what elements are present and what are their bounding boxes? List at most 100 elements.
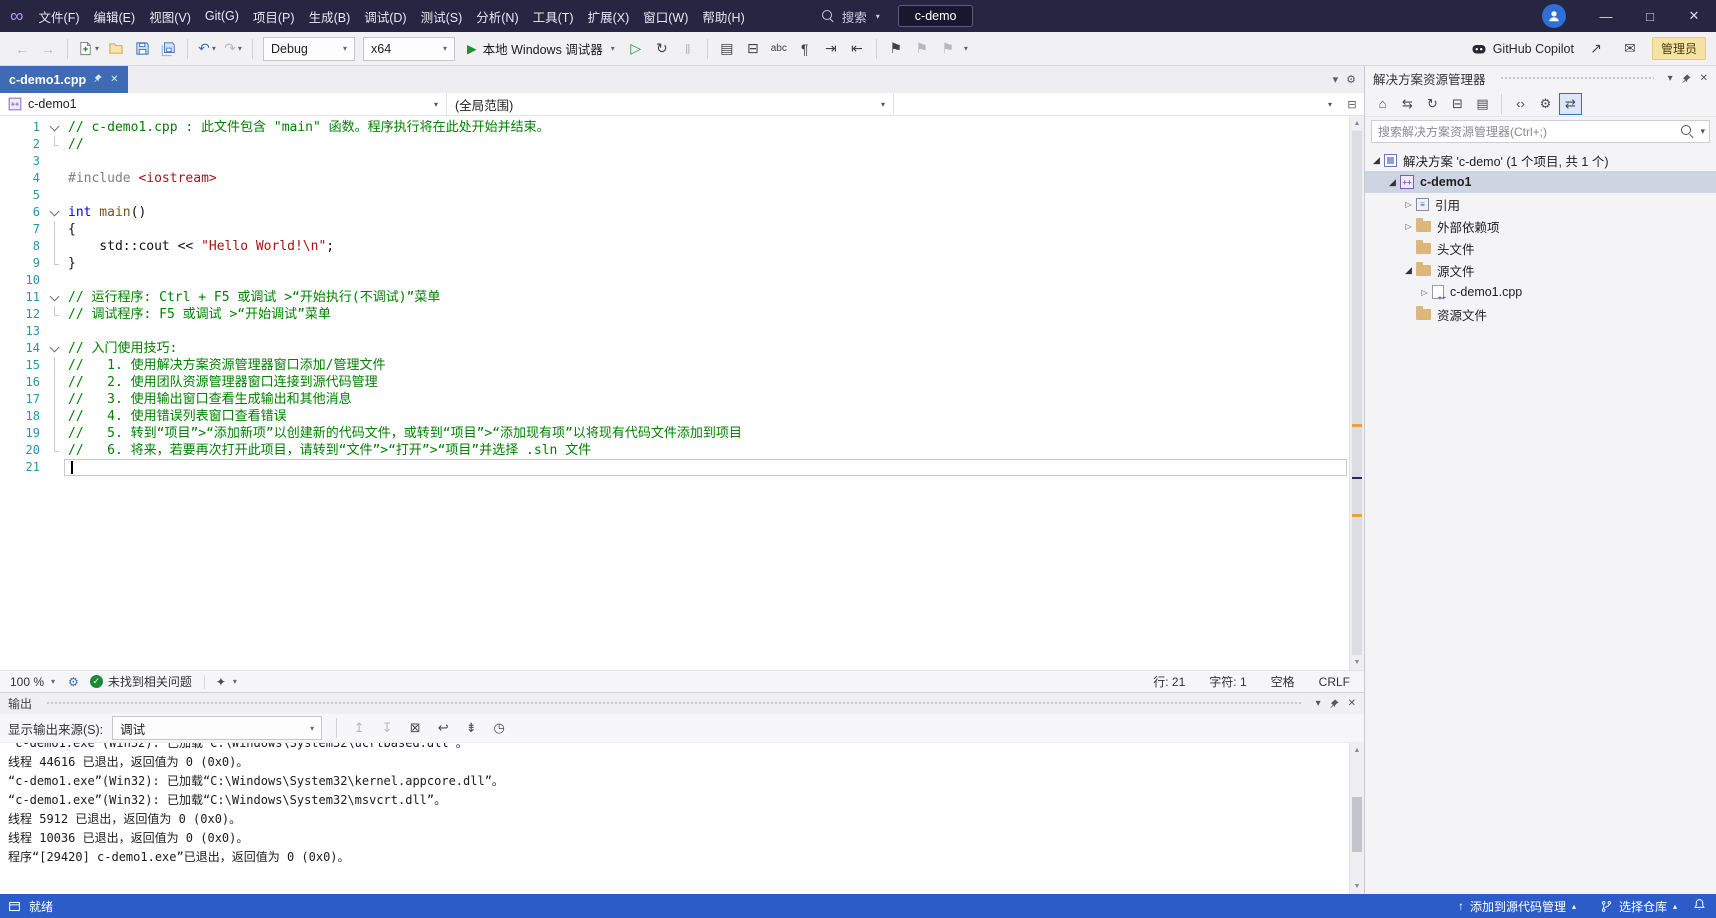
sync-with-active-document-icon[interactable]: ⇄: [1559, 93, 1582, 115]
window-settings-icon[interactable]: ⚙: [1346, 73, 1356, 86]
tree-expander-icon[interactable]: ▷: [1417, 288, 1432, 297]
pin-panel-icon[interactable]: [1681, 73, 1692, 84]
menu-item[interactable]: 测试(S): [414, 4, 470, 29]
properties-icon[interactable]: ⚙: [1534, 93, 1557, 115]
refresh-icon[interactable]: ↻: [1421, 93, 1444, 115]
tree-expander-icon[interactable]: ▷: [1401, 222, 1416, 231]
undo-button[interactable]: ↶▾: [195, 36, 219, 62]
menu-item[interactable]: 扩展(X): [581, 4, 637, 29]
editor-scrollbar-thumb[interactable]: [1352, 131, 1362, 655]
code-line[interactable]: 6int main(): [0, 204, 1349, 221]
fold-marker-icon[interactable]: [46, 289, 64, 306]
output-lines[interactable]: “c-demo1.exe”(Win32): 已加载“C:\Windows\Sys…: [0, 743, 1349, 894]
code-line[interactable]: 17// 3. 使用输出窗口查看生成输出和其他消息: [0, 391, 1349, 408]
previous-message-icon[interactable]: ↥: [348, 717, 370, 739]
menu-item[interactable]: 分析(N): [469, 4, 525, 29]
solution-name-chip[interactable]: c-demo: [898, 5, 974, 27]
code-line[interactable]: 14// 入门使用技巧:: [0, 340, 1349, 357]
code-line[interactable]: 13: [0, 323, 1349, 340]
code-line[interactable]: 5: [0, 187, 1349, 204]
solution-explorer-header[interactable]: 解决方案资源管理器 ▾ ✕: [1365, 66, 1716, 91]
close-tab-icon[interactable]: ✕: [110, 74, 118, 85]
scroll-up-icon[interactable]: ▲: [1350, 743, 1364, 758]
toggle-autoscroll-icon[interactable]: ⇟: [460, 717, 482, 739]
close-button[interactable]: ✕: [1672, 0, 1716, 32]
clear-all-output-icon[interactable]: ⊠: [404, 717, 426, 739]
maximize-button[interactable]: □: [1628, 0, 1672, 32]
pin-panel-icon[interactable]: [1329, 698, 1340, 709]
toggle-word-wrap-icon[interactable]: ↩: [432, 717, 454, 739]
notifications-bell-icon[interactable]: [1693, 898, 1706, 914]
project-dropdown[interactable]: ++ c-demo1 ▾: [0, 93, 447, 115]
tree-expander-icon[interactable]: ◢: [1401, 265, 1416, 276]
scope-dropdown[interactable]: (全局范围) ▾: [447, 93, 894, 115]
eol-indicator[interactable]: CRLF: [1307, 675, 1362, 689]
toolbar-options-chevron-icon[interactable]: ▾: [964, 44, 968, 53]
scroll-down-icon[interactable]: ▼: [1350, 879, 1364, 894]
next-message-icon[interactable]: ↧: [376, 717, 398, 739]
code-line[interactable]: 1// c-demo1.cpp : 此文件包含 "main" 函数。程序执行将在…: [0, 119, 1349, 136]
code-line[interactable]: 7{: [0, 221, 1349, 238]
code-lines[interactable]: 1// c-demo1.cpp : 此文件包含 "main" 函数。程序执行将在…: [0, 116, 1349, 670]
menu-item[interactable]: 视图(V): [142, 4, 198, 29]
code-line[interactable]: 2//: [0, 136, 1349, 153]
scroll-up-icon[interactable]: ▲: [1350, 116, 1364, 131]
save-button[interactable]: [130, 36, 154, 62]
tree-item[interactable]: ◢++c-demo1: [1365, 171, 1716, 193]
tree-expander-icon[interactable]: ◢: [1369, 155, 1384, 166]
search-box[interactable]: 搜索 ▾: [812, 4, 890, 29]
code-line[interactable]: 8 std::cout << "Hello World!\n";: [0, 238, 1349, 255]
code-line[interactable]: 11// 运行程序: Ctrl + F5 或调试 >“开始执行(不调试)”菜单: [0, 289, 1349, 306]
indentation-indicator[interactable]: 空格: [1259, 673, 1307, 690]
editor-options-icon[interactable]: ⚙: [63, 675, 84, 689]
fold-marker-icon[interactable]: [46, 119, 64, 136]
share-icon[interactable]: ↗: [1584, 36, 1608, 62]
menu-item[interactable]: Git(G): [198, 6, 246, 26]
zoom-dropdown[interactable]: 100 % ▾: [2, 675, 63, 689]
navigate-forward-icon[interactable]: →: [36, 36, 60, 62]
start-debugging-button[interactable]: ▶ 本地 Windows 调试器 ▾: [460, 36, 622, 62]
tree-item[interactable]: 资源文件: [1365, 303, 1716, 325]
tree-item[interactable]: ◢解决方案 'c-demo' (1 个项目, 共 1 个): [1365, 149, 1716, 171]
scroll-down-icon[interactable]: ▼: [1350, 655, 1364, 670]
output-scrollbar-thumb[interactable]: [1352, 797, 1362, 853]
line-indicator[interactable]: 行: 21: [1141, 673, 1197, 690]
code-line[interactable]: 21: [0, 459, 1349, 476]
panel-options-chevron-icon[interactable]: ▾: [1316, 698, 1321, 709]
menu-item[interactable]: 帮助(H): [695, 4, 751, 29]
column-indicator[interactable]: 字符: 1: [1197, 673, 1258, 690]
select-repository-button[interactable]: 选择仓库 ▴: [1592, 898, 1685, 915]
document-list-chevron-icon[interactable]: ▾: [1333, 73, 1339, 86]
outdent-icon[interactable]: ⇤: [845, 36, 869, 62]
formatting-marks-icon[interactable]: ¶: [793, 36, 817, 62]
code-line[interactable]: 10: [0, 272, 1349, 289]
code-line[interactable]: 16// 2. 使用团队资源管理器窗口连接到源代码管理: [0, 374, 1349, 391]
code-view-icon[interactable]: ‹›: [1509, 93, 1532, 115]
pin-tab-icon[interactable]: [93, 73, 103, 86]
spell-check-icon[interactable]: abc: [767, 36, 791, 62]
find-in-files-icon[interactable]: ▤: [715, 36, 739, 62]
solution-search-input[interactable]: [1371, 120, 1710, 143]
tree-expander-icon[interactable]: ▷: [1401, 200, 1416, 209]
menu-item[interactable]: 项目(P): [246, 4, 302, 29]
menu-item[interactable]: 编辑(E): [87, 4, 143, 29]
tree-item[interactable]: 头文件: [1365, 237, 1716, 259]
code-line[interactable]: 3: [0, 153, 1349, 170]
output-scrollbar-track[interactable]: [1350, 758, 1364, 879]
code-editor[interactable]: 1// c-demo1.cpp : 此文件包含 "main" 函数。程序执行将在…: [0, 116, 1364, 670]
close-panel-icon[interactable]: ✕: [1348, 698, 1356, 709]
code-line[interactable]: 20// 6. 将来，若要再次打开此项目，请转到“文件”>“打开”>“项目”并选…: [0, 442, 1349, 459]
tree-item[interactable]: ◢源文件: [1365, 259, 1716, 281]
new-project-button[interactable]: ▾: [75, 36, 102, 62]
fold-marker-icon[interactable]: [46, 340, 64, 357]
collapse-all-icon[interactable]: ⊟: [1446, 93, 1469, 115]
chevron-down-icon[interactable]: ▾: [1700, 126, 1705, 137]
save-all-button[interactable]: [156, 36, 180, 62]
previous-bookmark-icon[interactable]: ⚑: [910, 36, 934, 62]
menu-item[interactable]: 生成(B): [302, 4, 358, 29]
tab-c-demo1-cpp[interactable]: c-demo1.cpp ✕: [0, 66, 128, 93]
next-bookmark-icon[interactable]: ⚑: [936, 36, 960, 62]
close-panel-icon[interactable]: ✕: [1700, 73, 1708, 84]
tree-item[interactable]: ▷++c-demo1.cpp: [1365, 281, 1716, 303]
hot-reload-icon[interactable]: ↻: [650, 36, 674, 62]
